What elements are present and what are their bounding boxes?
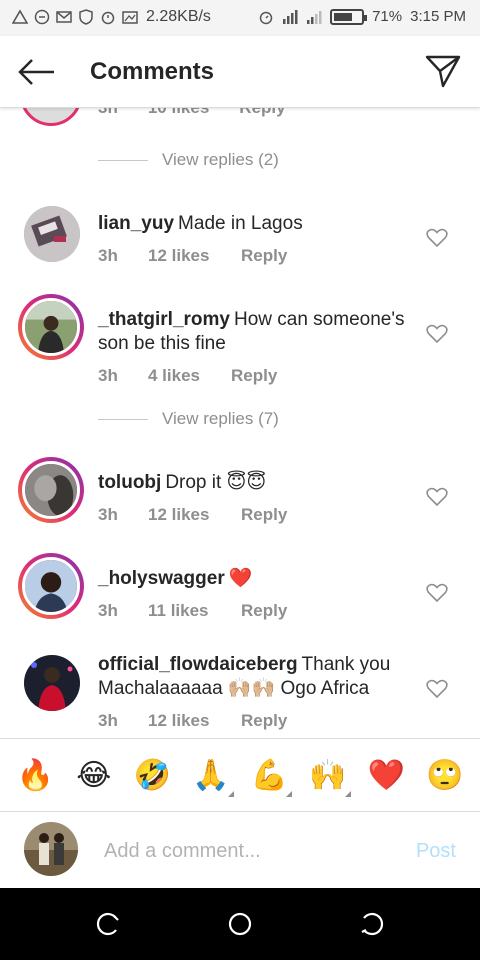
back-nav-icon[interactable] [358,910,386,938]
avatar-story-ring[interactable] [18,553,84,619]
comment-username[interactable]: toluobj [98,472,161,493]
rofl-emoji-button[interactable]: 🤣 [127,758,177,793]
comment-time: 3h [98,711,118,730]
status-icons-left: 2.28KB/s [12,8,211,26]
avatar[interactable] [24,206,80,262]
heart-icon[interactable] [426,487,448,507]
comment-body: ❤️ [228,568,253,589]
comment-username[interactable]: lian_yuy [98,213,174,234]
view-replies-label: View replies (7) [162,409,279,428]
comment-time: 3h [98,601,118,620]
gmail-icon [56,11,72,23]
reply-button[interactable]: Reply [231,366,277,386]
comment-meta: 3h 11 likes Reply [98,601,287,621]
avatar-image [25,560,77,612]
status-icons-right: 71% 3:15 PM [258,8,466,25]
warning-icon [12,9,28,24]
divider [98,418,148,420]
comments-list[interactable]: 3h 10 likes Reply View replies (2) lian_… [0,108,480,738]
avatar-image [25,464,77,516]
comment-time: 3h [98,505,118,524]
partial-comment: 3h 10 likes Reply [0,108,480,126]
likes-count[interactable]: 12 likes [148,505,241,525]
reply-button[interactable]: Reply [241,505,287,525]
reply-button[interactable]: Reply [241,246,287,266]
avatar[interactable] [20,108,82,126]
avatar-story-ring[interactable] [18,294,84,360]
reply-button[interactable]: Reply [241,601,287,621]
comment-input[interactable] [104,834,394,868]
network-speed: 2.28KB/s [146,8,211,25]
view-replies-button[interactable]: View replies (2) [98,150,279,170]
post-button[interactable]: Post [416,840,456,863]
comment-text: _holyswagger ❤️ [98,567,416,591]
likes-count[interactable]: 4 likes [148,366,231,386]
paper-plane-icon[interactable] [424,52,462,90]
system-nav-bar [0,888,480,960]
likes-count[interactable]: 11 likes [148,601,241,621]
comment-time: 3h [98,246,118,265]
screenshot-icon [122,11,138,24]
avatar-image [24,655,80,711]
red-heart-emoji-button[interactable]: ❤️ [361,758,411,793]
avatar-image [24,206,80,262]
fire-emoji-button[interactable]: 🔥 [10,758,60,793]
heart-icon[interactable] [426,679,448,699]
comment-time: 3h [98,366,118,385]
page-title: Comments [90,58,215,85]
comment-meta: 3h 10 likes Reply [98,108,286,118]
shield-icon [79,9,93,25]
divider [98,159,148,161]
alarm-clock-icon [259,11,273,24]
comment-text: official_flowdaiceberg Thank you Machalaa… [98,653,416,701]
avatar-image [24,822,78,876]
likes-count[interactable]: 10 likes [148,108,209,118]
tears-of-joy-emoji-button[interactable]: 😂 [69,758,119,793]
comment-username[interactable]: _thatgirl_romy [98,309,230,330]
comment-username[interactable]: official_flowdaiceberg [98,654,298,675]
comment-time: 3h [98,108,118,118]
raising-hands-emoji-button[interactable]: 🙌 [303,758,353,797]
heart-icon[interactable] [426,583,448,603]
status-bar: 2.28KB/s 71% 3:15 PM [0,0,480,36]
comment-meta: 3h 4 likes Reply [98,366,277,386]
face-icon [34,9,50,25]
comment-composer: Post [0,812,480,888]
home-icon[interactable] [226,910,254,938]
comment-text: _thatgirl_romy How can someone's son be t… [98,308,416,356]
avatar-story-ring[interactable] [18,457,84,523]
view-replies-label: View replies (2) [162,150,279,169]
back-arrow-icon[interactable] [16,54,56,90]
reply-button[interactable]: Reply [239,108,285,118]
comment-username[interactable]: _holyswagger [98,568,225,589]
recents-icon[interactable] [94,910,122,938]
heart-icon[interactable] [426,228,448,248]
comment-meta: 3h 12 likes Reply [98,246,287,266]
app-header: Comments [0,36,480,108]
comment-body: Made in Lagos [178,213,303,234]
heart-icon[interactable] [426,324,448,344]
comment-meta: 3h 12 likes Reply [98,711,287,731]
eye-roll-emoji-button[interactable]: 🙄 [420,758,470,793]
likes-count[interactable]: 12 likes [148,246,241,266]
avatar[interactable] [24,655,80,711]
folded-hands-emoji-button[interactable]: 🙏 [186,758,236,797]
signal-icon [283,9,298,24]
clock: 3:15 PM [410,8,466,25]
emoji-quick-bar: 🔥 😂 🤣 🙏 💪 🙌 ❤️ 🙄 [0,738,480,812]
battery-icon [330,8,368,25]
battery-percent: 71% [372,8,403,25]
comment-meta: 3h 12 likes Reply [98,505,287,525]
signal-2-icon [307,10,322,24]
comment-text: toluobj Drop it 😇😇 [98,471,416,495]
comment-text: lian_yuy Made in Lagos [98,212,416,236]
my-avatar [24,822,78,876]
likes-count[interactable]: 12 likes [148,711,241,731]
flexed-biceps-emoji-button[interactable]: 💪 [244,758,294,797]
alarm-icon [101,11,115,25]
comment-body: Drop it 😇😇 [165,472,267,493]
reply-button[interactable]: Reply [241,711,287,731]
avatar-image [25,301,77,353]
view-replies-button[interactable]: View replies (7) [98,409,279,429]
